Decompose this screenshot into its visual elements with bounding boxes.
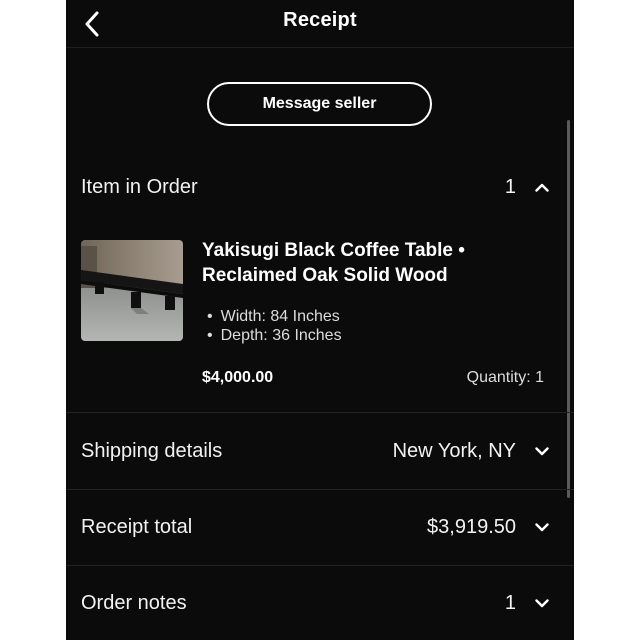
- order-notes-row[interactable]: Order notes 1: [66, 566, 574, 640]
- item-title-line-2: Reclaimed Oak Solid Wood: [202, 265, 448, 286]
- receipt-total-value: $3,919.50: [427, 515, 516, 538]
- chevron-up-icon: [530, 175, 554, 199]
- item-count: 1: [504, 175, 516, 198]
- spec-width: Width: 84 Inches: [207, 307, 342, 326]
- item-title-link[interactable]: Yakisugi Black Coffee Table • Reclaimed …: [202, 238, 542, 288]
- item-specs: Width: 84 Inches Depth: 36 Inches: [207, 307, 342, 345]
- chevron-down-icon: [530, 591, 554, 615]
- order-notes-count: 1: [504, 591, 516, 614]
- receipt-screen: Receipt Message seller Item in Order 1 Y…: [66, 0, 574, 640]
- coffee-table-image: [81, 240, 183, 341]
- item-in-order-row[interactable]: Item in Order 1: [66, 150, 574, 224]
- chevron-down-icon: [530, 439, 554, 463]
- item-in-order-label: Item in Order: [81, 175, 198, 198]
- item-title-line-1: Yakisugi Black Coffee Table •: [202, 240, 465, 261]
- chevron-down-icon: [530, 515, 554, 539]
- spec-depth: Depth: 36 Inches: [207, 326, 342, 345]
- order-notes-label: Order notes: [81, 591, 187, 614]
- item-thumbnail[interactable]: [81, 240, 183, 341]
- message-seller-button[interactable]: Message seller: [207, 82, 432, 126]
- shipping-location: New York, NY: [392, 439, 516, 462]
- item-price: $4,000.00: [202, 369, 274, 386]
- shipping-details-row[interactable]: Shipping details New York, NY: [66, 414, 574, 488]
- item-quantity: Quantity: 1: [466, 369, 544, 386]
- nav-bar: Receipt: [66, 0, 574, 48]
- page-title: Receipt: [283, 9, 357, 31]
- divider: [66, 412, 574, 413]
- shipping-details-label: Shipping details: [81, 439, 223, 462]
- receipt-total-row[interactable]: Receipt total $3,919.50: [66, 490, 574, 564]
- receipt-total-label: Receipt total: [81, 515, 193, 538]
